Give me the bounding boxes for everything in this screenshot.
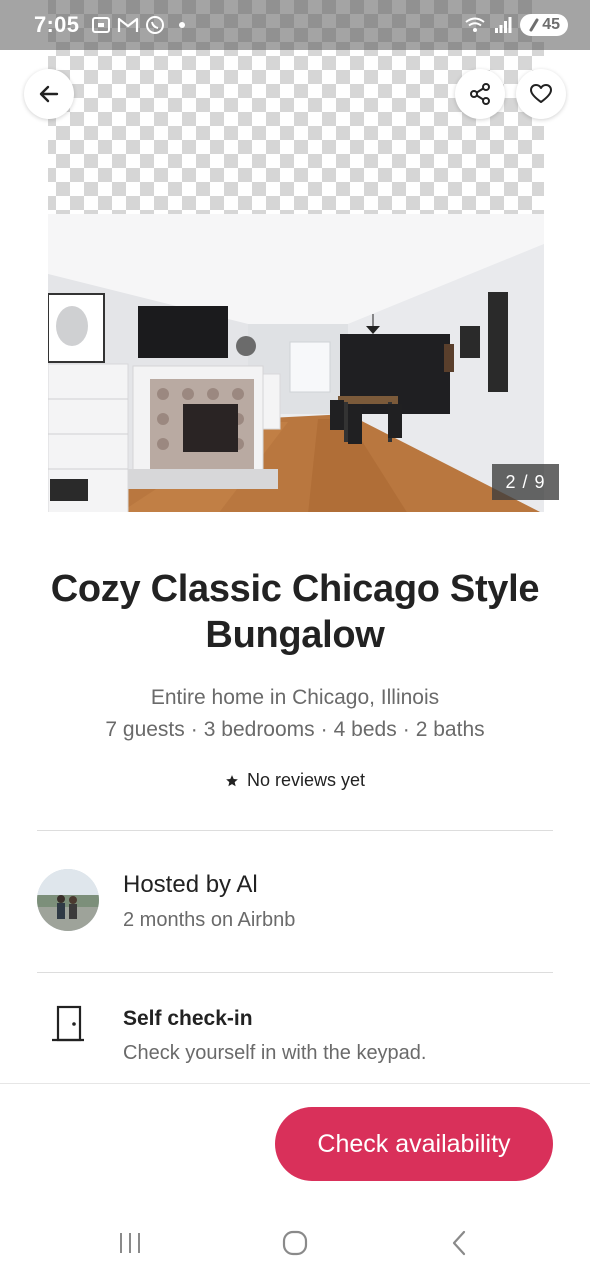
back-button[interactable] [24,69,74,119]
save-to-wishlist-button[interactable] [516,69,566,119]
system-status-icons: 45 [464,14,568,36]
battery-level: 45 [542,16,560,33]
self-checkin-description: Check yourself in with the keypad. [123,1042,427,1064]
reviews-text: No reviews yet [246,770,366,790]
divider [37,830,553,831]
wifi-icon [465,17,485,32]
home-button[interactable] [275,1223,315,1263]
arrow-left-icon [39,85,59,103]
check-availability-button[interactable]: Check availability [275,1107,553,1181]
reviews-summary: No reviews yet [30,770,560,791]
separator: · [402,718,410,741]
whatsapp-icon [146,16,165,34]
more-notifications-dot [179,22,186,28]
system-back-button[interactable] [440,1223,480,1263]
separator: · [190,718,198,741]
host-avatar[interactable] [37,869,99,931]
battery-indicator: 45 [520,14,568,36]
listing-photo[interactable] [48,214,544,514]
self-checkin-title: Self check-in [123,1007,253,1030]
battery-saver-icon [529,18,539,32]
chevron-left-icon [452,1230,466,1256]
guests-count: 7 guests [105,718,185,741]
beds-count: 4 beds [333,718,397,741]
host-name: Hosted by Al [123,871,258,898]
separator: · [320,718,328,741]
status-time: 7:05 [34,12,80,37]
share-button[interactable] [455,69,505,119]
share-icon [470,83,490,105]
heart-icon [530,84,552,103]
listing-capacity: 7 guests · 3 bedrooms · 4 beds · 2 baths [20,718,570,742]
star-icon [226,774,238,786]
screenshot-icon [92,17,111,33]
system-navigation-bar [0,1205,590,1280]
gmail-icon [118,17,139,32]
footer-divider [0,1083,590,1084]
signal-icon [495,17,512,33]
recent-apps-button[interactable] [110,1223,150,1263]
notification-icons [91,15,186,35]
recent-apps-icon [120,1233,140,1253]
host-tenure: 2 months on Airbnb [123,909,296,931]
photo-counter: 2 / 9 [492,464,559,500]
baths-count: 2 baths [415,718,485,741]
bedrooms-count: 3 bedrooms [203,718,315,741]
listing-title: Cozy Classic Chicago Style Bungalow [50,568,540,656]
status-bar: 7:05 45 [0,0,590,50]
divider [37,972,553,973]
listing-location: Entire home in Chicago, Illinois [150,686,440,709]
home-icon [282,1230,308,1256]
door-icon [52,1005,84,1042]
